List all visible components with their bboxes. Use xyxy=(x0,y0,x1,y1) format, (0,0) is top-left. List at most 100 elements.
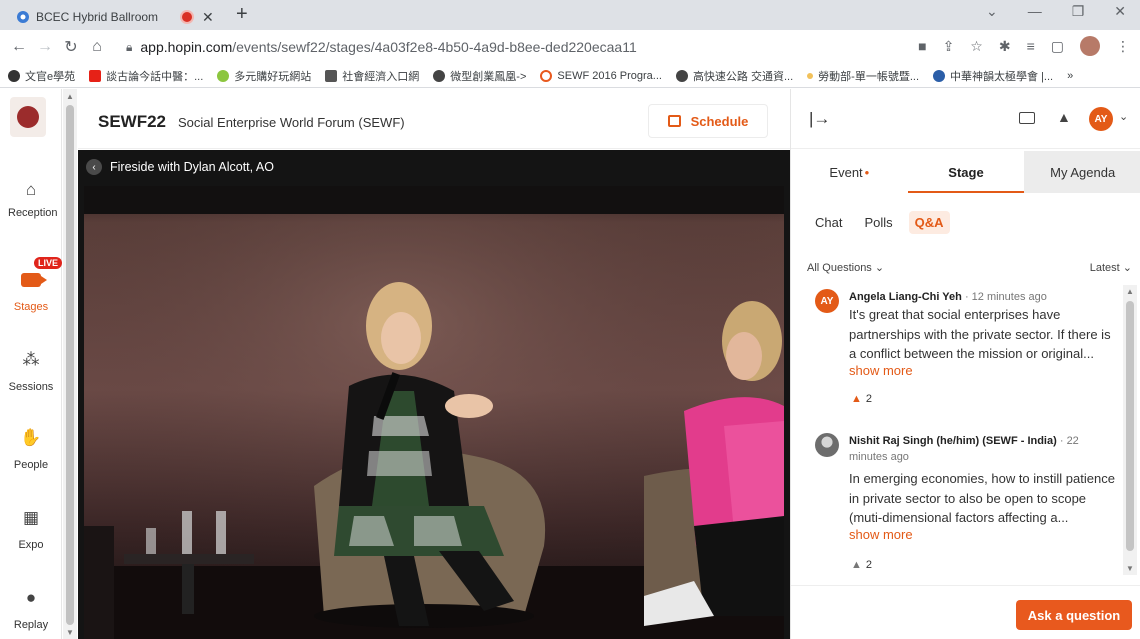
tab-my-agenda[interactable]: My Agenda xyxy=(1024,151,1140,193)
collapse-panel-icon[interactable]: |→ xyxy=(809,109,830,129)
bookmark-item[interactable]: 多元購好玩網站 xyxy=(217,68,311,84)
back-arrow-icon[interactable]: ‹ xyxy=(86,159,102,175)
chevron-down-icon[interactable]: ⌄ xyxy=(1119,110,1128,123)
scroll-up-icon[interactable]: ▲ xyxy=(1126,287,1134,296)
upvote-button[interactable]: ▲ 2 xyxy=(851,559,872,571)
browser-tab[interactable]: BCEC Hybrid Ballroom ✕ xyxy=(8,4,228,30)
share-icon[interactable]: ⇪ xyxy=(943,38,955,55)
event-logo[interactable] xyxy=(10,97,46,137)
bookmarks-bar: 文官e學苑 談古論今話中醫：... 多元購好玩網站 社會經濟入口網 微型創業鳳凰… xyxy=(0,64,1140,88)
tab-stage[interactable]: Stage xyxy=(907,151,1025,193)
address-bar[interactable]: 🔒︎ app.hopin.com/events/sewf22/stages/4a… xyxy=(126,34,906,60)
inbox-icon[interactable] xyxy=(1019,112,1035,124)
url-host: app.hopin.com xyxy=(140,39,233,55)
reload-icon[interactable]: ↻ xyxy=(58,37,84,57)
bookmark-icon xyxy=(540,69,553,82)
subtab-chat[interactable]: Chat xyxy=(809,211,848,234)
panel-topbar: |→ ▲ AY ⌄ xyxy=(791,89,1140,149)
close-tab-icon[interactable]: ✕ xyxy=(202,9,214,26)
nav-label: Replay xyxy=(13,619,49,631)
bookmark-item[interactable]: SEWF 2016 Progra... xyxy=(540,69,662,82)
bookmark-item[interactable]: 社會經濟入口網 xyxy=(325,68,419,84)
upvote-count: 2 xyxy=(865,559,873,571)
show-more-link[interactable]: show more xyxy=(849,527,913,542)
subtab-polls[interactable]: Polls xyxy=(858,211,898,234)
panel-subtabs: Chat Polls Q&A xyxy=(809,211,950,234)
question-time: · 12 minutes ago xyxy=(964,291,1047,303)
user-avatar[interactable]: AY xyxy=(1089,107,1113,131)
author-name: Nishit Raj Singh (he/him) (SEWF - India) xyxy=(849,435,1057,447)
extensions-icon[interactable]: ✱ xyxy=(999,38,1011,55)
event-short-name: SEWF22 xyxy=(98,112,167,131)
storefront-icon: ▦ xyxy=(22,508,40,527)
bookmark-item[interactable]: 勞動部-單一帳號暨... xyxy=(807,68,919,84)
session-title: Fireside with Dylan Alcott, AO xyxy=(110,160,274,174)
author-name: Angela Liang-Chi Yeh xyxy=(849,291,962,303)
video-camera-icon xyxy=(21,273,47,287)
play-circle-icon: ● xyxy=(25,588,37,607)
tab-search-icon[interactable]: ⌄ xyxy=(986,3,998,20)
recording-icon xyxy=(182,12,193,22)
schedule-label: Schedule xyxy=(690,113,749,129)
divider xyxy=(791,585,1140,586)
question-filter-dropdown[interactable]: All Questions ⌄ xyxy=(807,261,884,274)
nav-item-expo[interactable]: ▦ Expo xyxy=(0,508,62,551)
menu-icon[interactable]: ⋮ xyxy=(1116,38,1130,55)
lock-icon: 🔒︎ xyxy=(126,39,133,54)
bookmarks-overflow-icon[interactable]: » xyxy=(1067,70,1073,82)
handshake-icon: ✋ xyxy=(20,428,42,447)
scrollbar-thumb[interactable] xyxy=(66,105,74,625)
tab-event[interactable]: Event • xyxy=(791,151,908,193)
scroll-down-icon[interactable]: ▼ xyxy=(66,628,74,637)
close-window-icon[interactable]: ✕ xyxy=(1114,3,1126,20)
nav-label: Sessions xyxy=(8,381,54,393)
bookmark-item[interactable]: 高快速公路 交通資... xyxy=(675,68,793,84)
video-player[interactable] xyxy=(84,186,784,639)
bookmark-item[interactable]: 文官e學苑 xyxy=(8,68,75,84)
show-more-link[interactable]: show more xyxy=(849,363,913,378)
subtab-qa[interactable]: Q&A xyxy=(908,211,950,234)
cast-icon[interactable]: ■ xyxy=(918,38,926,54)
back-icon[interactable]: ← xyxy=(6,38,32,56)
new-tab-icon[interactable]: + xyxy=(236,3,248,26)
author-avatar xyxy=(815,433,839,457)
bell-icon[interactable]: ▲ xyxy=(1057,109,1071,125)
left-navigation: ⌂ Reception LIVE Stages ⁂ Sessions ✋ Peo… xyxy=(0,89,63,639)
profile-avatar[interactable] xyxy=(1080,36,1100,56)
star-icon[interactable]: ☆ xyxy=(970,38,983,55)
ask-question-button[interactable]: Ask a question xyxy=(1016,600,1132,630)
nav-item-sessions[interactable]: ⁂ Sessions xyxy=(0,350,62,393)
thumbs-up-icon: ▲ xyxy=(851,559,862,571)
bookmark-icon xyxy=(217,69,230,82)
questions-scrollbar[interactable]: ▲ ▼ xyxy=(1123,285,1137,575)
hopin-favicon-icon xyxy=(17,11,29,23)
upvote-button[interactable]: ▲ 2 xyxy=(851,393,872,405)
stage-area: ‹ Fireside with Dylan Alcott, AO xyxy=(78,150,790,639)
nav-item-reception[interactable]: ⌂ Reception xyxy=(0,180,62,219)
sort-dropdown[interactable]: Latest ⌄ xyxy=(1090,261,1132,274)
scroll-down-icon[interactable]: ▼ xyxy=(1126,564,1134,573)
restore-icon[interactable]: ❐ xyxy=(1072,3,1085,20)
nav-item-replay[interactable]: ● Replay xyxy=(0,588,62,631)
schedule-button[interactable]: Schedule xyxy=(648,104,768,138)
globe-icon xyxy=(433,69,446,82)
question-text: In emerging economies, how to instill pa… xyxy=(849,471,1115,525)
nav-item-people[interactable]: ✋ People xyxy=(0,428,62,471)
side-panel-icon[interactable]: ▢ xyxy=(1051,38,1064,55)
nav-scrollbar[interactable]: ▲ ▼ xyxy=(63,89,77,639)
bookmark-item[interactable]: 中華神韻太極學會 |... xyxy=(933,68,1053,84)
minimize-icon[interactable]: — xyxy=(1028,3,1042,20)
scroll-up-icon[interactable]: ▲ xyxy=(66,92,74,101)
forward-icon[interactable]: → xyxy=(32,38,58,56)
nav-label: Stages xyxy=(13,301,49,313)
home-icon[interactable]: ⌂ xyxy=(84,38,110,56)
nav-label: Expo xyxy=(18,539,44,551)
nav-item-stages[interactable]: Stages xyxy=(0,273,62,313)
scrollbar-thumb[interactable] xyxy=(1126,301,1134,551)
reading-list-icon[interactable]: ≡ xyxy=(1027,38,1035,54)
bookmark-icon xyxy=(325,69,338,82)
bookmark-item[interactable]: 談古論今話中醫：... xyxy=(89,68,203,84)
bookmark-item[interactable]: 微型創業鳳凰-> xyxy=(433,68,526,84)
toolbar-actions: ■ ⇪ ☆ ✱ ≡ ▢ ⋮ xyxy=(918,36,1130,56)
group-icon: ⁂ xyxy=(22,350,40,369)
